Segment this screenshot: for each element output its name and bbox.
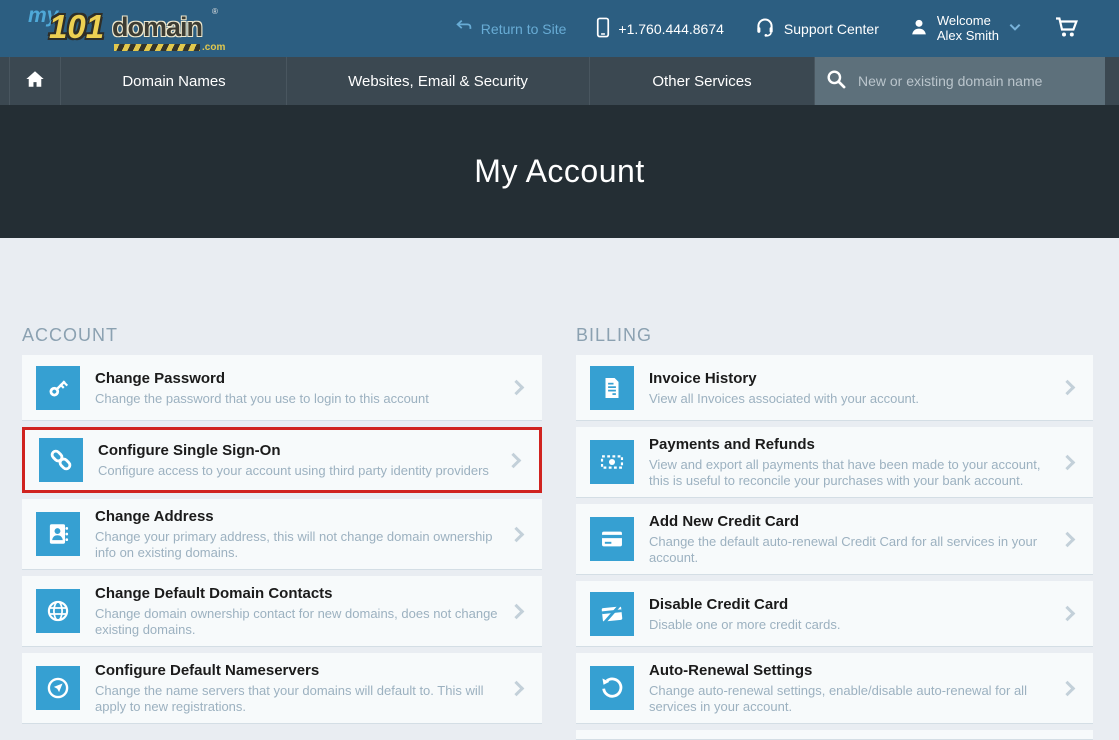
item-desc: Change the name servers that your domain… [95,683,501,715]
item-add-new-credit-card[interactable]: Add New Credit Card Change the default a… [576,504,1093,575]
chevron-right-icon [509,526,525,542]
item-desc: Change the default auto-renewal Credit C… [649,534,1052,566]
search-icon [825,68,847,95]
content-area: ACCOUNT Change Password Change the passw… [0,238,1119,724]
billing-section-header: BILLING [576,325,1093,355]
nav-item-websites-email-security[interactable]: Websites, Email & Security [287,57,590,105]
compass-icon [36,666,80,710]
credit-card-icon [590,517,634,561]
logo-hazard-stripes [114,44,200,51]
item-configure-default-nameservers[interactable]: Configure Default Nameservers Change the… [22,653,542,724]
chevron-right-icon [1060,380,1076,396]
search-input[interactable] [856,72,1088,90]
item-desc: Change auto-renewal settings, enable/dis… [649,683,1052,715]
billing-section: BILLING Invoice History View all Invoice… [576,325,1093,740]
return-arrow-icon [455,18,473,39]
account-section-header: ACCOUNT [22,325,542,355]
chevron-right-icon [509,380,525,396]
support-center-link[interactable]: Support Center [754,16,879,41]
globe-icon [36,589,80,633]
chevron-right-icon [509,680,525,696]
domain-search-box [815,57,1105,105]
item-change-password[interactable]: Change Password Change the password that… [22,355,542,421]
item-desc: Change the password that you use to logi… [95,391,501,407]
item-invoice-history[interactable]: Invoice History View all Invoices associ… [576,355,1093,421]
nav-home-button[interactable] [9,57,61,105]
chevron-right-icon [1060,606,1076,622]
cart-button[interactable] [1053,15,1081,42]
item-auto-renewal-settings[interactable]: Auto-Renewal Settings Change auto-renewa… [576,653,1093,724]
renew-icon [590,666,634,710]
item-payments-and-refunds[interactable]: Payments and Refunds View and export all… [576,427,1093,498]
chevron-right-icon [506,452,522,468]
item-title: Disable Credit Card [649,595,1052,615]
item-title: Add New Credit Card [649,512,1052,532]
chevron-down-icon [1007,19,1023,38]
invoice-icon [590,366,634,410]
nav-item-domain-names[interactable]: Domain Names [62,57,287,105]
logo-com-text: .com [202,42,225,53]
chevron-right-icon [1060,680,1076,696]
item-desc: Disable one or more credit cards. [649,617,1052,633]
item-title: Configure Single Sign-On [98,441,498,461]
item-desc: View all Invoices associated with your a… [649,391,1052,407]
link-icon [39,438,83,482]
item-desc: Change domain ownership contact for new … [95,606,501,638]
top-menu: Return to Site +1.760.444.8674 Suppo [455,0,1081,57]
user-menu[interactable]: Welcome Alex Smith [909,14,1023,44]
item-title: Change Address [95,507,501,527]
item-title: Change Password [95,369,501,389]
nav-item-other-services[interactable]: Other Services [590,57,815,105]
item-desc: View and export all payments that have b… [649,457,1052,489]
item-title: Change Default Domain Contacts [95,584,501,604]
site-logo[interactable]: my 101 domain ® .com [28,3,218,55]
item-title: Auto-Renewal Settings [649,661,1052,681]
item-change-address[interactable]: Change Address Change your primary addre… [22,499,542,570]
disable-card-icon [590,592,634,636]
chevron-right-icon [1060,454,1076,470]
hero-banner: My Account [0,105,1119,238]
headset-icon [754,16,776,41]
chevron-right-icon [1060,531,1076,547]
top-bar: my 101 domain ® .com Return to Site +1.7… [0,0,1119,57]
cart-icon [1053,15,1081,42]
chevron-right-icon [509,603,525,619]
main-nav: Domain Names Websites, Email & Security … [0,57,1119,105]
money-icon [590,440,634,484]
item-desc: Change your primary address, this will n… [95,529,501,561]
item-desc: Configure access to your account using t… [98,463,498,479]
page-title: My Account [474,153,644,190]
item-configure-single-sign-on[interactable]: Configure Single Sign-On Configure acces… [22,427,542,493]
home-icon [24,69,46,94]
welcome-text: Welcome Alex Smith [937,14,999,44]
item-title: Payments and Refunds [649,435,1052,455]
logo-101-text: 101 [49,8,104,46]
user-icon [909,17,929,40]
account-section: ACCOUNT Change Password Change the passw… [22,325,542,730]
item-title: Configure Default Nameservers [95,661,501,681]
phone-contact[interactable]: +1.760.444.8674 [596,17,724,41]
key-icon [36,366,80,410]
address-book-icon [36,512,80,556]
item-change-default-domain-contacts[interactable]: Change Default Domain Contacts Change do… [22,576,542,647]
item-disable-credit-card[interactable]: Disable Credit Card Disable one or more … [576,581,1093,647]
partial-row[interactable] [576,730,1093,740]
phone-icon [596,17,610,41]
logo-domain-text: domain [112,12,202,43]
logo-registered-mark: ® [212,7,218,16]
item-title: Invoice History [649,369,1052,389]
return-to-site-link[interactable]: Return to Site [455,18,567,39]
